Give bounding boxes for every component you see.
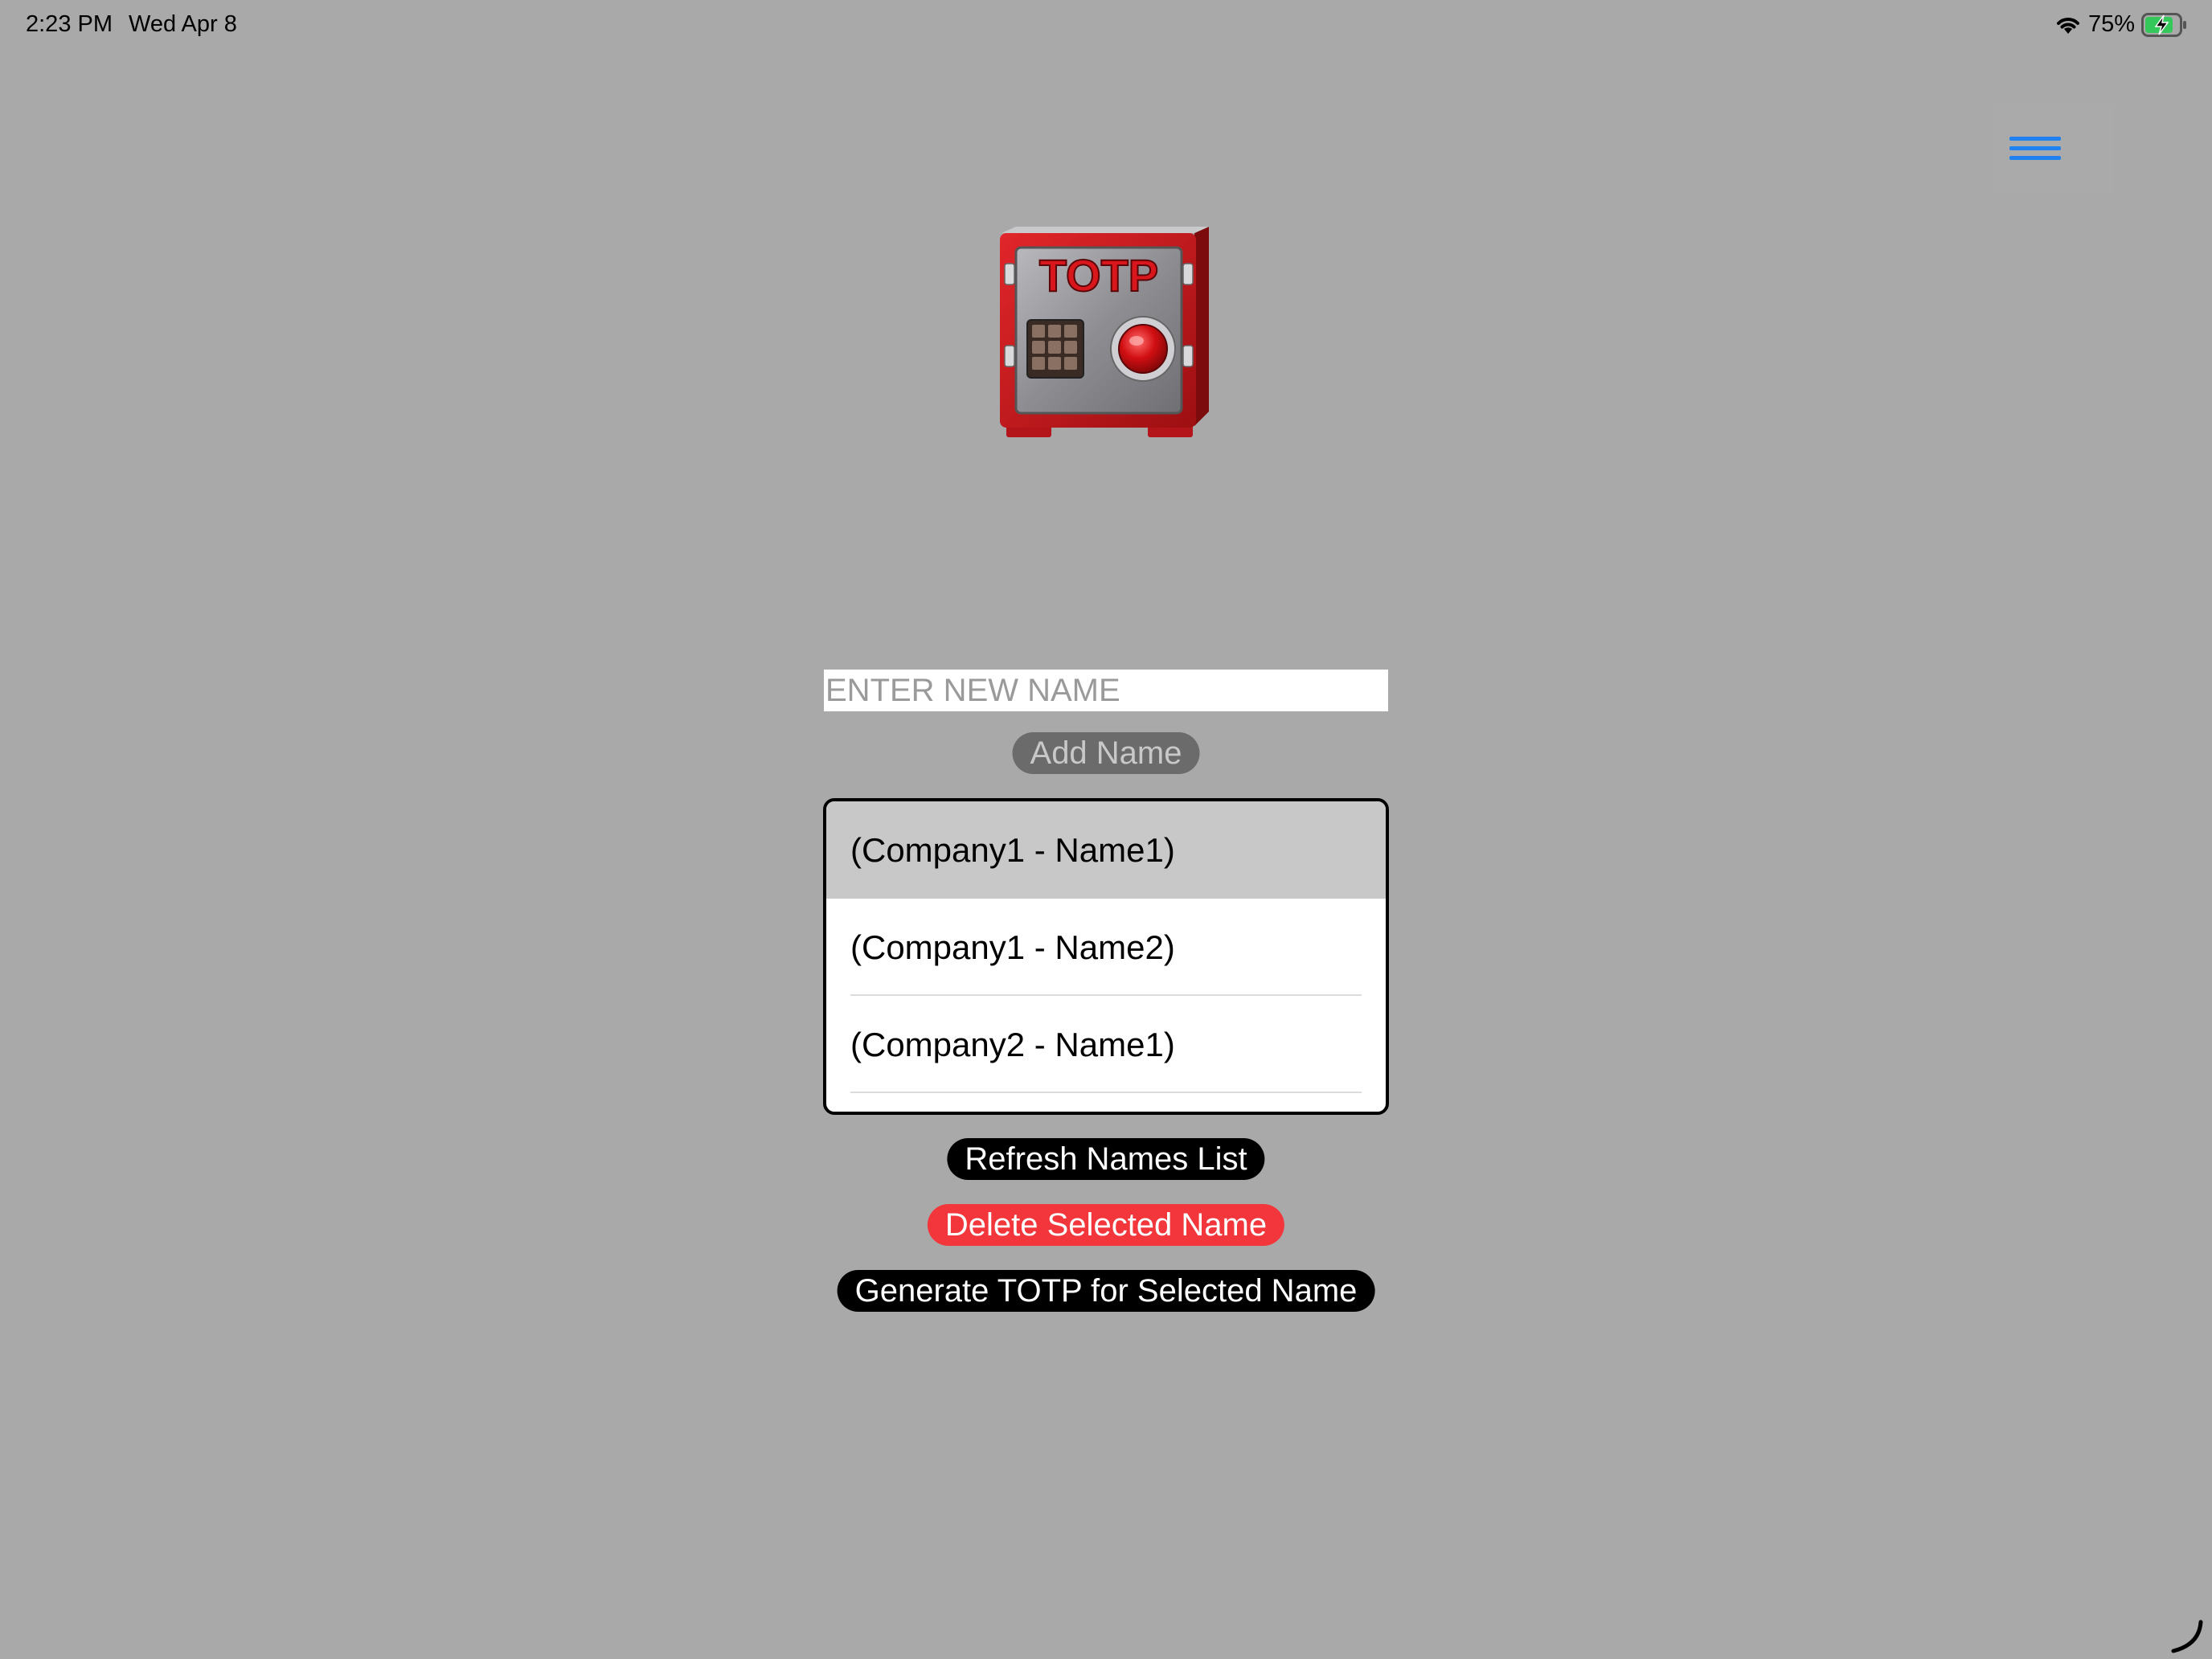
list-item[interactable]: (Company1 - Name2) — [826, 899, 1386, 996]
status-indicators: 75% — [2054, 11, 2188, 38]
names-list[interactable]: (Company1 - Name1) (Company1 - Name2) (C… — [823, 798, 1389, 1115]
list-item-label: (Company2 - Name1) — [850, 1026, 1175, 1063]
battery-charging-icon — [2141, 12, 2188, 37]
wifi-icon — [2054, 14, 2082, 35]
new-name-input[interactable] — [824, 670, 1388, 711]
status-time: 2:23 PM — [26, 11, 113, 37]
add-name-button[interactable]: Add Name — [1012, 732, 1200, 774]
row-divider — [850, 1092, 1362, 1093]
logo-text: TOTP — [1039, 250, 1158, 301]
list-item[interactable]: (Company2 - Name1) — [826, 996, 1386, 1093]
safe-icon: TOTP — [993, 225, 1219, 450]
list-item[interactable]: (Company1 - Name1) — [826, 801, 1386, 899]
list-item-label: (Company1 - Name2) — [850, 928, 1175, 966]
delete-selected-name-button[interactable]: Delete Selected Name — [927, 1204, 1285, 1246]
hamburger-menu-button[interactable] — [1993, 104, 2114, 193]
status-bar: 2:23 PM Wed Apr 8 75% — [0, 0, 2212, 56]
refresh-names-button[interactable]: Refresh Names List — [947, 1138, 1265, 1180]
generate-totp-button[interactable]: Generate TOTP for Selected Name — [837, 1270, 1375, 1312]
list-item-label: (Company1 - Name1) — [850, 831, 1175, 869]
corner-curve-icon — [2170, 1619, 2206, 1654]
battery-percent: 75% — [2087, 11, 2135, 37]
status-date: Wed Apr 8 — [129, 11, 237, 37]
